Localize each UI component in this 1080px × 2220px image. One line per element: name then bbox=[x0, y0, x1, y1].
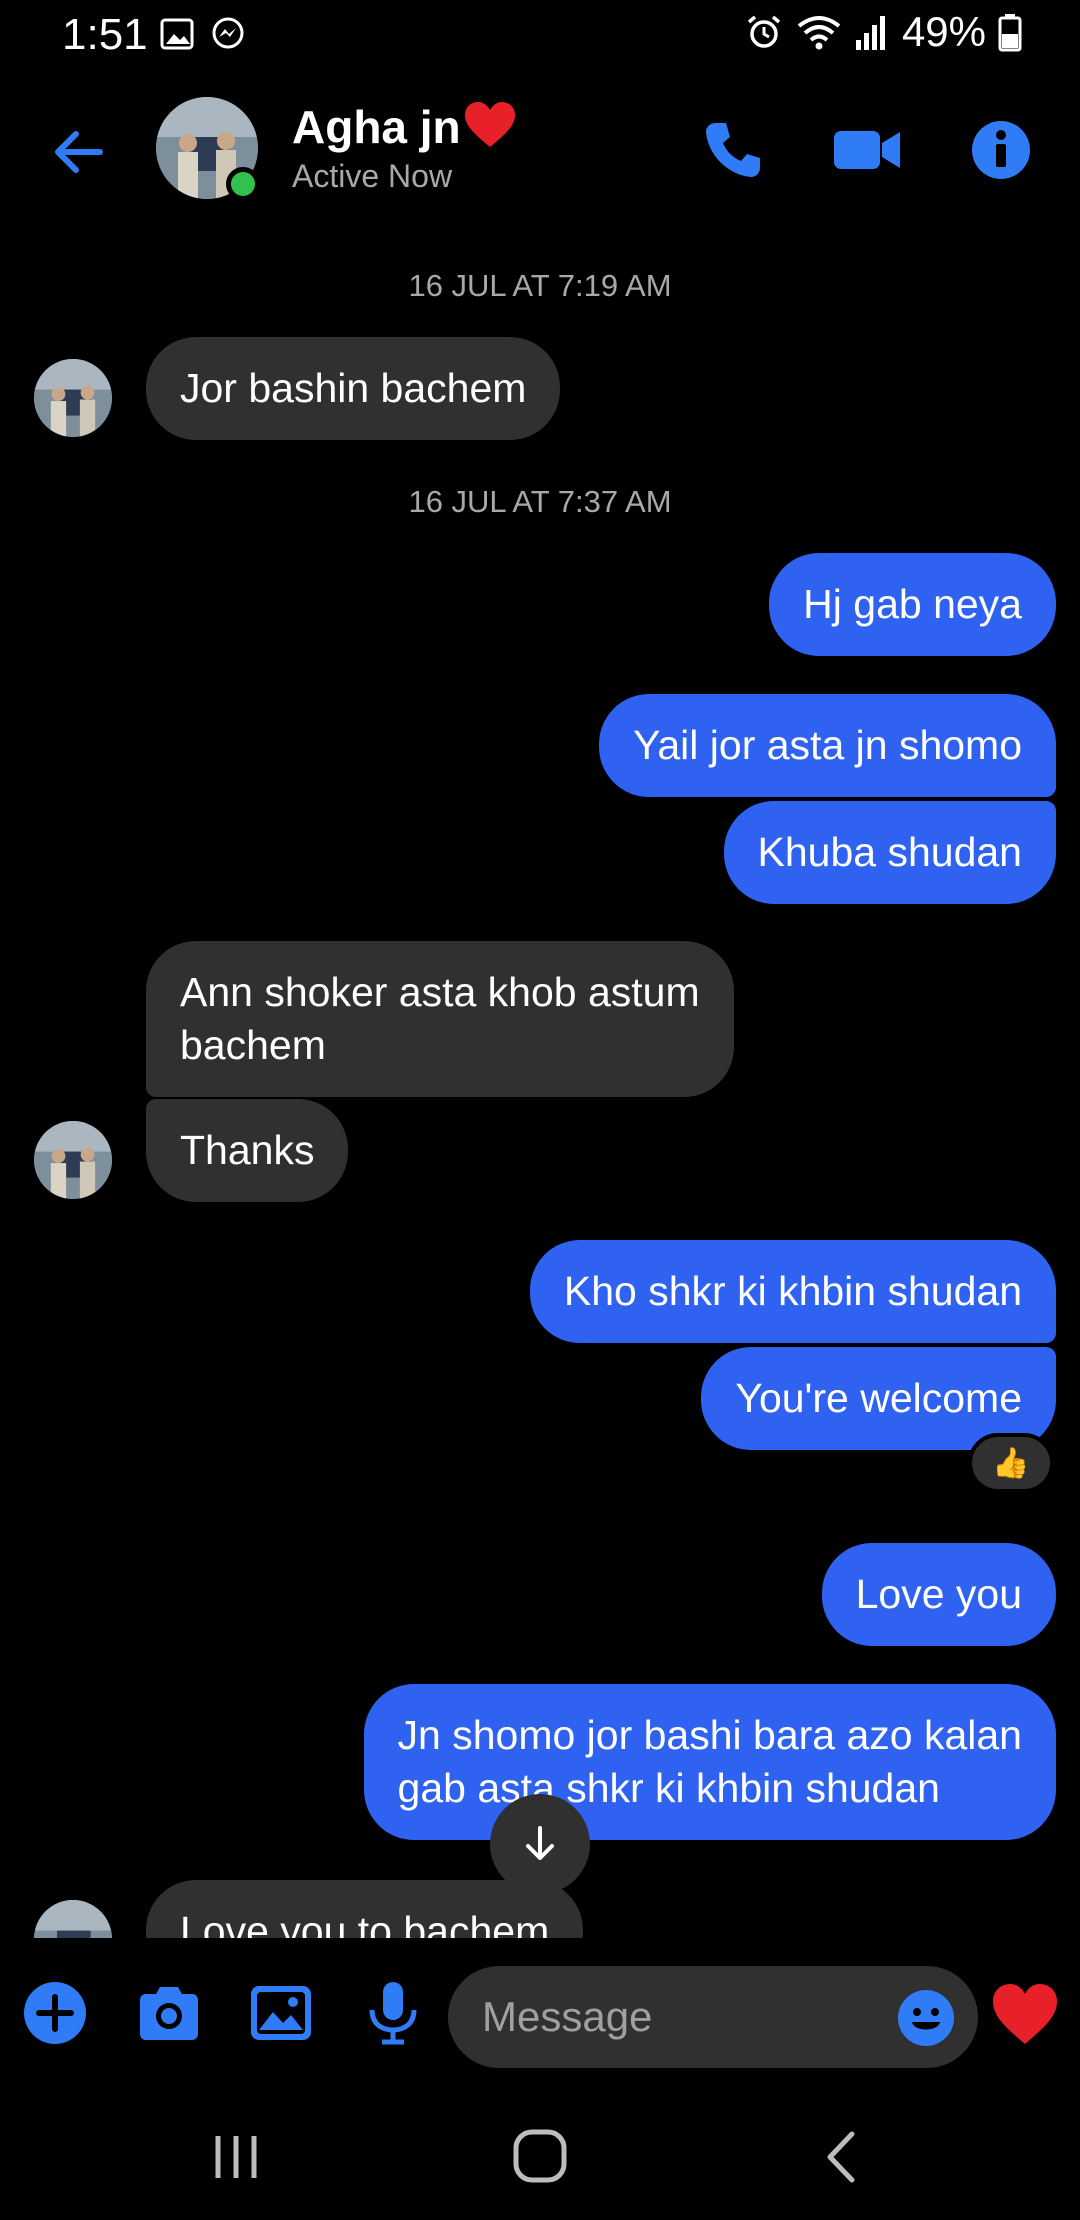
thumbs-up-reaction[interactable]: 👍 bbox=[968, 1433, 1054, 1493]
contact-status: Active Now bbox=[292, 158, 453, 194]
contact-name-text: Agha jn bbox=[292, 101, 461, 153]
recent-apps-icon[interactable] bbox=[196, 2122, 276, 2192]
outgoing-message[interactable]: Khuba shudan bbox=[723, 801, 1056, 904]
message-timestamp: 16 JUL AT 7:19 AM bbox=[408, 268, 672, 303]
message-input[interactable] bbox=[482, 1966, 882, 2068]
battery-percent: 49% bbox=[901, 8, 986, 55]
emoji-icon[interactable] bbox=[896, 1988, 956, 2048]
scroll-to-bottom-button[interactable] bbox=[490, 1794, 590, 1894]
incoming-message[interactable]: Ann shoker asta khob astum bachem bbox=[146, 941, 734, 1097]
voice-call-icon[interactable] bbox=[698, 115, 768, 185]
message-line: gab asta shkr ki khbin shudan bbox=[397, 1765, 940, 1811]
microphone-icon[interactable] bbox=[358, 1978, 428, 2048]
alarm-icon bbox=[747, 15, 781, 48]
sender-avatar[interactable] bbox=[34, 1900, 112, 1938]
arrow-down-icon bbox=[526, 1826, 554, 1860]
gallery-notification-icon bbox=[160, 18, 194, 50]
camera-icon[interactable] bbox=[134, 1978, 204, 2048]
avatar-photo bbox=[34, 1900, 112, 1938]
status-bar: 1:51 49% bbox=[0, 0, 1080, 70]
back-nav-icon[interactable] bbox=[802, 2122, 882, 2192]
status-time: 1:51 bbox=[62, 10, 148, 59]
sender-avatar[interactable] bbox=[34, 1121, 112, 1199]
battery-icon bbox=[998, 14, 1022, 52]
contact-name[interactable]: Agha jn bbox=[292, 100, 517, 154]
messenger-notification-icon bbox=[212, 17, 244, 49]
wifi-icon bbox=[797, 16, 841, 50]
chat-header: Agha jn Active Now bbox=[0, 85, 1080, 215]
message-line: Jn shomo jor bashi bara azo kalan bbox=[397, 1712, 1022, 1758]
online-indicator bbox=[226, 167, 260, 201]
avatar-photo bbox=[34, 1121, 112, 1199]
outgoing-message[interactable]: Love you bbox=[821, 1543, 1056, 1646]
incoming-message[interactable]: Thanks bbox=[146, 1099, 349, 1202]
signal-icon bbox=[855, 16, 885, 50]
info-icon[interactable] bbox=[966, 115, 1036, 185]
plus-icon[interactable] bbox=[22, 1980, 88, 2046]
message-line: Ann shoker asta khob astum bbox=[180, 969, 700, 1015]
back-arrow-icon[interactable] bbox=[48, 120, 112, 184]
message-line: bachem bbox=[180, 1022, 326, 1068]
incoming-message[interactable]: Jor bashin bachem bbox=[146, 337, 561, 440]
message-timestamp: 16 JUL AT 7:37 AM bbox=[408, 484, 672, 519]
heart-send-icon[interactable] bbox=[990, 1982, 1060, 2046]
heart-emoji-icon bbox=[464, 102, 515, 147]
home-icon[interactable] bbox=[500, 2122, 580, 2192]
outgoing-message[interactable]: Yail jor asta jn shomo bbox=[599, 694, 1056, 797]
message-composer bbox=[0, 1938, 1080, 2088]
system-nav-bar bbox=[0, 2100, 1080, 2220]
video-call-icon[interactable] bbox=[832, 115, 904, 185]
outgoing-message[interactable]: Hj gab neya bbox=[769, 553, 1056, 656]
gallery-icon[interactable] bbox=[246, 1978, 316, 2048]
avatar-photo bbox=[34, 359, 112, 437]
status-right-group: 49% bbox=[744, 8, 1022, 56]
outgoing-message[interactable]: Jn shomo jor bashi bara azo kalan gab as… bbox=[363, 1684, 1056, 1840]
outgoing-message[interactable]: Kho shkr ki khbin shudan bbox=[529, 1240, 1056, 1343]
message-field bbox=[448, 1966, 978, 2068]
sender-avatar[interactable] bbox=[34, 359, 112, 437]
